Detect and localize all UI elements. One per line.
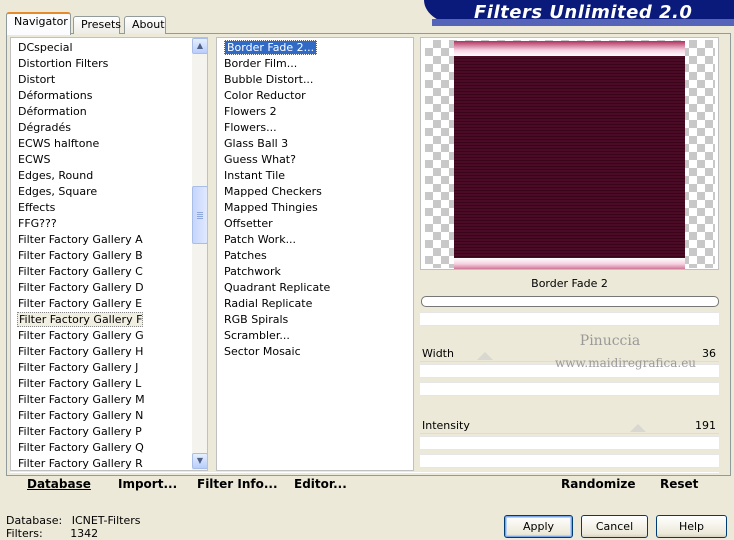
category-item[interactable]: ECWS — [11, 152, 51, 168]
filters-info-label: Filters: — [6, 527, 43, 540]
filter-item[interactable]: Offsetter — [217, 216, 273, 232]
filter-item[interactable]: Border Film... — [217, 56, 297, 72]
filters-info-value: 1342 — [70, 527, 99, 540]
filter-item[interactable]: Radial Replicate — [217, 296, 312, 312]
intensity-value: 191 — [695, 419, 716, 432]
category-item[interactable]: ECWS halftone — [11, 136, 99, 152]
filter-item[interactable]: Flowers... — [217, 120, 277, 136]
category-item[interactable]: Filter Factory Gallery A — [11, 232, 143, 248]
filter-item[interactable]: RGB Spirals — [217, 312, 288, 328]
filter-item[interactable]: Border Fade 2... — [224, 40, 318, 55]
filter-item[interactable]: Patches — [217, 248, 267, 264]
filter-item[interactable]: Glass Ball 3 — [217, 136, 288, 152]
watermark-name: Pinuccia — [579, 333, 641, 349]
import-button[interactable]: Import... — [118, 477, 177, 491]
category-item[interactable]: Filter Factory Gallery B — [11, 248, 143, 264]
filter-list[interactable]: Border Fade 2... Border Film... Bubble Dis… — [216, 37, 414, 471]
category-item[interactable]: Filter Factory Gallery C — [11, 264, 143, 280]
app-banner: Filters Unlimited 2.0 — [424, 0, 734, 26]
width-value: 36 — [702, 347, 716, 360]
filters-info: Filters: 1342 — [6, 527, 98, 540]
category-item[interactable]: Filter Factory Gallery N — [11, 408, 143, 424]
filter-item[interactable]: Instant Tile — [217, 168, 285, 184]
category-item[interactable]: FFG??? — [11, 216, 57, 232]
bottom-toolbar: Database Import... Filter Info... Editor… — [10, 472, 719, 498]
category-item[interactable]: Distort — [11, 72, 55, 88]
category-item[interactable]: Filter Factory Gallery D — [11, 280, 144, 296]
preview-top-fade — [454, 41, 685, 56]
tab-navigator[interactable]: Navigator — [6, 12, 71, 35]
database-info-value: ICNET-Filters — [71, 514, 141, 527]
tab-presets[interactable]: Presets — [73, 16, 122, 34]
width-label: Width — [422, 347, 454, 360]
category-item[interactable]: Filter Factory Gallery G — [11, 328, 144, 344]
database-info-label: Database: — [6, 514, 63, 527]
scrollbar-thumb[interactable] — [192, 186, 207, 244]
scroll-down-button[interactable]: ▼ — [192, 453, 207, 469]
category-item[interactable]: Déformation — [11, 104, 87, 120]
category-item[interactable]: Filter Factory Gallery L — [11, 376, 141, 392]
filter-info-button[interactable]: Filter Info... — [197, 477, 278, 491]
category-scrollbar[interactable]: ▲ ▼ — [192, 38, 207, 470]
randomize-button[interactable]: Randomize — [561, 477, 635, 491]
preview-panel — [420, 37, 719, 270]
database-button[interactable]: Database — [27, 477, 91, 491]
category-item[interactable]: Edges, Round — [11, 168, 93, 184]
category-item[interactable]: Filter Factory Gallery H — [11, 344, 143, 360]
width-slider-thumb[interactable] — [477, 352, 493, 360]
filter-item[interactable]: Mapped Checkers — [217, 184, 322, 200]
category-item[interactable]: Filter Factory Gallery J — [11, 360, 138, 376]
filter-item[interactable]: Scrambler... — [217, 328, 290, 344]
filter-item[interactable]: Bubble Distort... — [217, 72, 313, 88]
filter-item[interactable]: Patchwork — [217, 264, 281, 280]
category-item[interactable]: Filter Factory Gallery E — [11, 296, 142, 312]
selected-filter-name: Border Fade 2 — [531, 277, 608, 290]
intensity-label: Intensity — [422, 419, 470, 432]
category-item[interactable]: Filter Factory Gallery M — [11, 392, 145, 408]
filter-item[interactable]: Guess What? — [217, 152, 296, 168]
category-item[interactable]: Filter Factory Gallery Q — [11, 440, 144, 456]
watermark: Pinuccia www.maidiregrafica.eu — [555, 330, 697, 374]
filter-item[interactable]: Mapped Thingies — [217, 200, 318, 216]
category-list[interactable]: DCspecial Distortion Filters Distort Déform… — [10, 37, 208, 471]
preview-image — [454, 41, 685, 269]
category-item[interactable]: Effects — [11, 200, 55, 216]
watermark-url: www.maidiregrafica.eu — [555, 356, 697, 370]
tab-about-label: About — [132, 18, 165, 31]
tab-about[interactable]: About — [124, 16, 166, 34]
database-info: Database: ICNET-Filters — [6, 514, 140, 527]
filter-item[interactable]: Flowers 2 — [217, 104, 277, 120]
category-item[interactable]: Filter Factory Gallery F — [17, 312, 144, 327]
editor-button[interactable]: Editor... — [294, 477, 347, 491]
category-item[interactable]: Edges, Square — [11, 184, 97, 200]
filter-item[interactable]: Sector Mosaic — [217, 344, 301, 360]
progress-bar — [421, 296, 719, 307]
scroll-up-button[interactable]: ▲ — [192, 38, 207, 54]
intensity-slider-thumb[interactable] — [629, 424, 646, 432]
filter-item[interactable]: Quadrant Replicate — [217, 280, 330, 296]
filter-item[interactable]: Color Reductor — [217, 88, 306, 104]
category-item[interactable]: Filter Factory Gallery P — [11, 424, 142, 440]
category-item[interactable]: Distortion Filters — [11, 56, 108, 72]
app-title: Filters Unlimited 2.0 — [474, 2, 693, 23]
preview-bottom-fade — [454, 258, 685, 269]
category-item[interactable]: Déformations — [11, 88, 92, 104]
reset-button[interactable]: Reset — [660, 477, 698, 491]
category-item[interactable]: Dégradés — [11, 120, 71, 136]
tab-presets-label: Presets — [81, 18, 122, 31]
category-item[interactable]: DCspecial — [11, 40, 73, 56]
tab-navigator-label: Navigator — [14, 15, 68, 28]
filter-item[interactable]: Patch Work... — [217, 232, 296, 248]
category-item[interactable]: Filter Factory Gallery R — [11, 456, 143, 470]
